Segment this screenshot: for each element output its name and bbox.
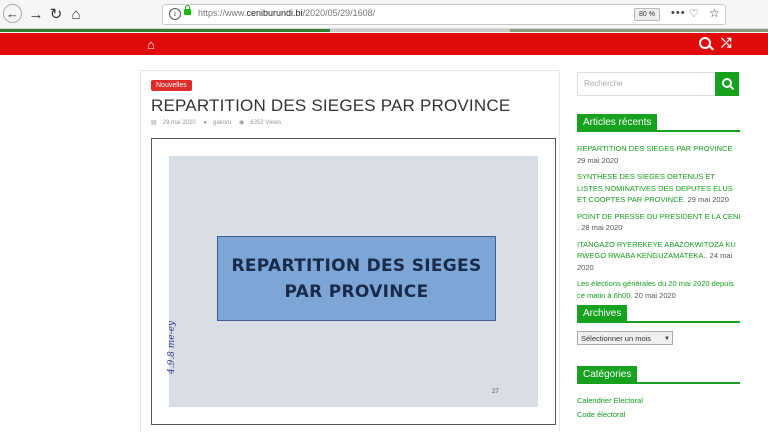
category-link[interactable]: Calendrier Electoral: [577, 394, 643, 408]
featured-image[interactable]: REPARTITION DES SIEGES PAR PROVINCE 4.9.…: [151, 138, 556, 425]
shuffle-icon[interactable]: ⤮: [721, 35, 731, 51]
post-date[interactable]: 29 mai 2020: [163, 120, 196, 126]
post-author[interactable]: gakoru: [213, 120, 231, 126]
archives-select[interactable]: Sélectionner un mois ▼: [577, 331, 673, 345]
lock-icon: [184, 5, 191, 15]
home-icon[interactable]: ⌂: [147, 37, 155, 52]
home-icon[interactable]: ⌂: [66, 4, 86, 24]
post-views: 6352 Views: [250, 120, 282, 126]
list-item: REPARTITION DES SIEGES PAR PROVINCE 29 m…: [577, 144, 733, 165]
pocket-icon[interactable]: ♡: [689, 7, 699, 20]
info-icon[interactable]: i: [169, 8, 181, 20]
search-input[interactable]: Recherche: [577, 72, 716, 96]
post-meta: ▤ 29 mai 2020 ● gakoru ◉ 6352 Views: [151, 119, 287, 126]
divider: [577, 321, 740, 323]
image-title-box: REPARTITION DES SIEGES PAR PROVINCE: [217, 236, 496, 321]
user-icon: ●: [203, 120, 207, 126]
image-title-line1: REPARTITION DES SIEGES: [231, 255, 482, 276]
category-link[interactable]: Code électoral: [577, 408, 643, 422]
image-title-line2: PAR PROVINCE: [284, 281, 429, 302]
category-badge[interactable]: Nouvelles: [151, 80, 192, 91]
search-button[interactable]: [715, 72, 739, 96]
eye-icon: ◉: [239, 120, 245, 126]
search-icon: [722, 78, 732, 88]
bookmark-star-icon[interactable]: ☆: [709, 6, 720, 20]
browser-toolbar: ← → ↻ ⌂ i https://www.ceniburundi.bi/202…: [0, 0, 768, 29]
forward-arrow-icon[interactable]: →: [26, 4, 46, 24]
archives-title: Archives: [577, 305, 628, 322]
categories-title: Catégories: [577, 366, 638, 383]
divider: [577, 130, 740, 132]
page-title: REPARTITION DES SIEGES PAR PROVINCE: [151, 96, 511, 115]
list-item: ITANGAZO RYEREKEYE ABAZOKWITOZA KU RWEGO…: [577, 239, 736, 272]
list-item: POINT DE PRESSE DU PRESIDENT E LA CENI .…: [577, 211, 741, 233]
scanned-page: REPARTITION DES SIEGES PAR PROVINCE 4.9.…: [167, 156, 538, 407]
back-arrow-icon[interactable]: ←: [3, 4, 22, 23]
recent-posts-list: REPARTITION DES SIEGES PAR PROVINCE 29 m…: [577, 143, 742, 306]
calendar-icon: ▤: [151, 120, 157, 126]
recent-posts-title: Articles récents: [577, 114, 658, 131]
zoom-level[interactable]: 80 %: [634, 8, 660, 21]
search-icon[interactable]: [699, 37, 711, 49]
handwritten-note: 4.9.8 me-ey: [167, 320, 177, 374]
url-bar[interactable]: i https://www.ceniburundi.bi/2020/05/29/…: [162, 4, 726, 25]
categories-list: Calendrier Electoral Code électoral: [577, 394, 643, 422]
reload-icon[interactable]: ↻: [46, 4, 66, 24]
more-dots-icon[interactable]: •••: [671, 7, 686, 19]
url-text[interactable]: https://www.ceniburundi.bi/2020/05/29/16…: [198, 8, 375, 18]
chevron-down-icon: ▼: [664, 336, 670, 342]
page-number: 27: [492, 389, 499, 395]
divider: [577, 382, 740, 384]
recent-post-link[interactable]: REPARTITION DES SIEGES PAR PROVINCE: [577, 144, 732, 153]
list-item: Les élections générales du 20 mai 2020 d…: [577, 279, 734, 300]
main-navbar: ⌂ ⤮: [0, 33, 768, 55]
list-item: SYNTHESE DES SIEGES OBTENUS ET LISTES NO…: [577, 172, 733, 204]
